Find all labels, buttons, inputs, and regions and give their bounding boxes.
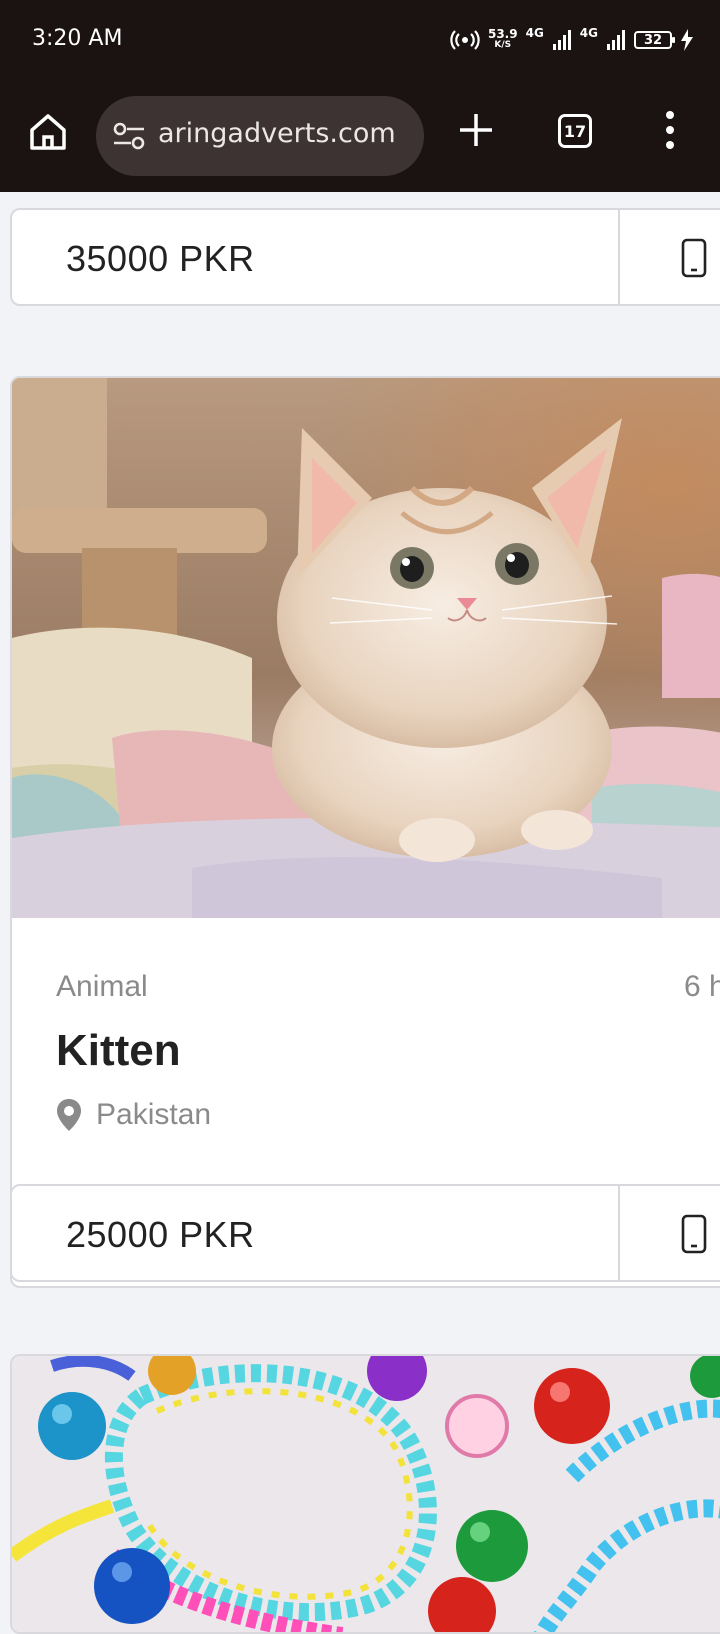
plus-icon[interactable] bbox=[456, 110, 496, 150]
price-bar: 25000 PKR bbox=[10, 1184, 720, 1282]
listing-category: Animal bbox=[56, 970, 148, 1003]
listing-card[interactable] bbox=[10, 1354, 720, 1634]
browser-toolbar: aringadverts.com 17 bbox=[0, 80, 720, 192]
status-icons: 53.9 K/S 4G 4G 32 bbox=[450, 24, 694, 56]
listing-image[interactable] bbox=[12, 378, 720, 918]
phone-icon[interactable] bbox=[680, 238, 708, 278]
tab-switcher-button[interactable]: 17 bbox=[558, 114, 592, 148]
listing-location: Pakistan bbox=[56, 1098, 211, 1132]
divider bbox=[618, 1186, 620, 1280]
url-text[interactable]: aringadverts.com bbox=[158, 118, 410, 149]
speed-value: 53.9 bbox=[487, 27, 518, 41]
status-time: 3:20 AM bbox=[32, 26, 123, 51]
charging-icon bbox=[681, 29, 693, 51]
phone-icon[interactable] bbox=[680, 1214, 708, 1254]
listing-title[interactable]: Kitten bbox=[56, 1026, 181, 1076]
price-bar: 35000 PKR bbox=[10, 208, 720, 306]
network-speed: 53.9 K/S bbox=[487, 27, 518, 51]
listing-price: 35000 PKR bbox=[66, 238, 255, 279]
location-text: Pakistan bbox=[96, 1098, 212, 1131]
divider bbox=[618, 210, 620, 304]
status-bar: 3:20 AM 53.9 K/S 4G 4G 32 bbox=[0, 0, 720, 80]
home-icon[interactable] bbox=[26, 110, 70, 154]
tune-icon[interactable] bbox=[112, 120, 146, 152]
more-vert-icon[interactable] bbox=[660, 108, 680, 152]
tab-count: 17 bbox=[563, 121, 587, 141]
signal-icon bbox=[607, 30, 625, 50]
hotspot-icon bbox=[450, 30, 480, 50]
network-type-2: 4G bbox=[579, 26, 598, 40]
listing-time: 6 h bbox=[684, 970, 720, 1003]
signal-icon bbox=[552, 30, 571, 50]
listing-card[interactable]: Animal 6 h Kitten Pakistan bbox=[10, 376, 720, 1288]
network-type-1: 4G bbox=[525, 26, 544, 40]
address-bar[interactable]: aringadverts.com bbox=[96, 96, 424, 176]
battery-indicator: 32 bbox=[634, 31, 675, 49]
listing-image[interactable] bbox=[12, 1356, 720, 1634]
speed-unit: K/S bbox=[494, 40, 512, 50]
location-pin-icon bbox=[57, 1099, 81, 1131]
battery-level: 32 bbox=[643, 32, 663, 48]
listing-price: 25000 PKR bbox=[66, 1214, 255, 1255]
